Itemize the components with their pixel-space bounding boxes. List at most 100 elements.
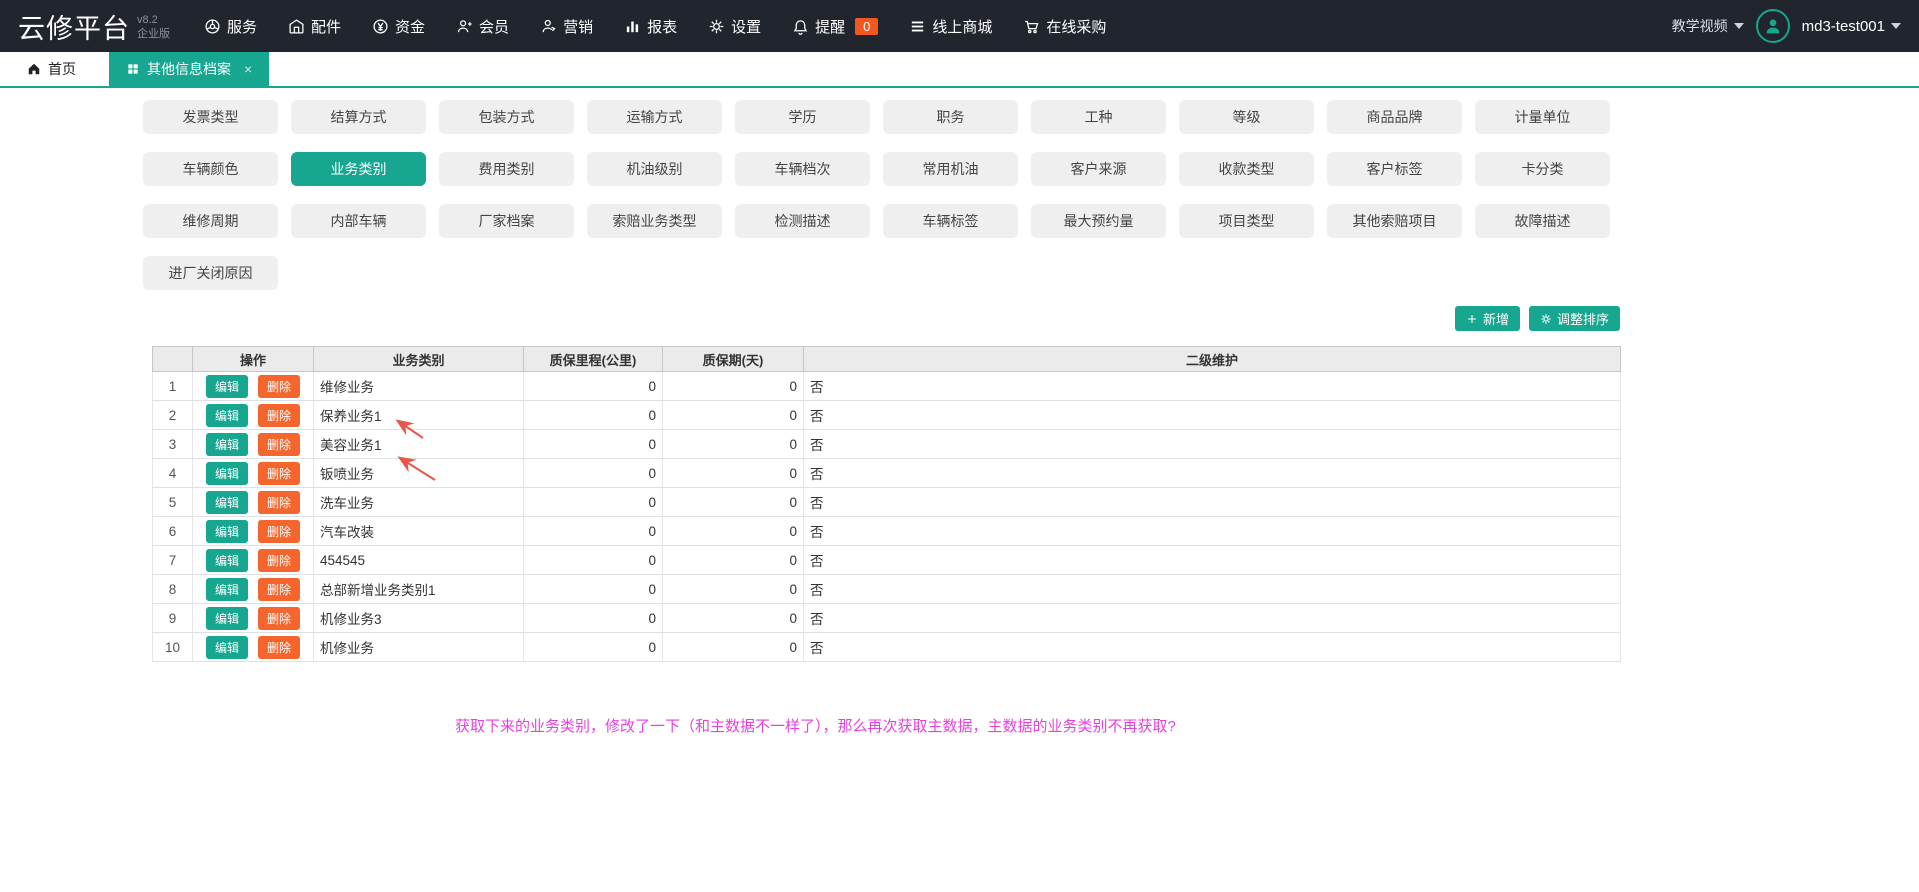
building-icon	[288, 18, 305, 35]
brand-title: 云修平台	[18, 7, 130, 46]
category-education[interactable]: 学历	[735, 100, 870, 134]
row-operations: 编辑删除	[193, 372, 314, 401]
cell-secondary-maintenance: 否	[804, 459, 1621, 488]
cell-secondary-maintenance: 否	[804, 517, 1621, 546]
edit-button[interactable]: 编辑	[206, 636, 248, 659]
nav-item-members[interactable]: 会员	[456, 16, 509, 37]
cart-icon	[1023, 18, 1040, 35]
adjust-sort-button[interactable]: 调整排序	[1529, 306, 1620, 331]
delete-button[interactable]: 删除	[258, 578, 300, 601]
category-packaging-method[interactable]: 包装方式	[439, 100, 574, 134]
edit-button[interactable]: 编辑	[206, 578, 248, 601]
category-job-type[interactable]: 工种	[1031, 100, 1166, 134]
close-icon[interactable]: ×	[244, 62, 252, 76]
cell-secondary-maintenance: 否	[804, 488, 1621, 517]
category-product-brand[interactable]: 商品品牌	[1327, 100, 1462, 134]
cell-warranty-mileage: 0	[524, 401, 663, 430]
category-business-type-active[interactable]: 业务类别	[291, 152, 426, 186]
delete-button[interactable]: 删除	[258, 433, 300, 456]
category-claim-business-type[interactable]: 索赔业务类型	[587, 204, 722, 238]
nav-item-services[interactable]: 服务	[204, 16, 257, 37]
row-index: 8	[153, 575, 193, 604]
category-fault-desc[interactable]: 故障描述	[1475, 204, 1610, 238]
home-icon	[27, 62, 41, 76]
edit-button[interactable]: 编辑	[206, 433, 248, 456]
category-inspection-desc[interactable]: 检测描述	[735, 204, 870, 238]
category-measure-unit[interactable]: 计量单位	[1475, 100, 1610, 134]
nav-item-marketing[interactable]: 营销	[540, 16, 593, 37]
edit-button[interactable]: 编辑	[206, 491, 248, 514]
cell-warranty-days: 0	[663, 401, 804, 430]
edit-button[interactable]: 编辑	[206, 549, 248, 572]
steering-wheel-icon	[204, 18, 221, 35]
header-business-type: 业务类别	[314, 347, 524, 372]
username: md3-test001	[1802, 18, 1885, 35]
table-row: 4 编辑删除 钣喷业务 0 0 否	[153, 459, 1621, 488]
delete-button[interactable]: 删除	[258, 404, 300, 427]
category-project-type[interactable]: 项目类型	[1179, 204, 1314, 238]
category-expense-type[interactable]: 费用类别	[439, 152, 574, 186]
menu-icon	[909, 18, 926, 35]
tab-other-info-archive[interactable]: 其他信息档案 ×	[109, 52, 269, 86]
user-menu-dropdown[interactable]: md3-test001	[1802, 18, 1901, 35]
category-customer-tag[interactable]: 客户标签	[1327, 152, 1462, 186]
edit-button[interactable]: 编辑	[206, 375, 248, 398]
delete-button[interactable]: 删除	[258, 462, 300, 485]
nav-item-reports[interactable]: 报表	[624, 16, 677, 37]
category-entry-close-reason[interactable]: 进厂关闭原因	[143, 256, 278, 290]
category-max-appointments[interactable]: 最大预约量	[1031, 204, 1166, 238]
tutorial-video-dropdown[interactable]: 教学视频	[1672, 16, 1744, 36]
edit-button[interactable]: 编辑	[206, 520, 248, 543]
delete-button[interactable]: 删除	[258, 375, 300, 398]
nav-item-reminders[interactable]: 提醒 0	[792, 16, 878, 37]
nav-item-parts[interactable]: 配件	[288, 16, 341, 37]
category-customer-source[interactable]: 客户来源	[1031, 152, 1166, 186]
tab-home[interactable]: 首页	[10, 52, 93, 86]
category-internal-vehicle[interactable]: 内部车辆	[291, 204, 426, 238]
chevron-down-icon	[1891, 23, 1901, 29]
category-vehicle-color[interactable]: 车辆颜色	[143, 152, 278, 186]
row-index: 3	[153, 430, 193, 459]
edit-button[interactable]: 编辑	[206, 607, 248, 630]
category-vehicle-class[interactable]: 车辆档次	[735, 152, 870, 186]
annotation-note: 获取下来的业务类别，修改了一下（和主数据不一样了），那么再次获取主数据，主数据的…	[455, 715, 1176, 736]
delete-button[interactable]: 删除	[258, 491, 300, 514]
category-card-class[interactable]: 卡分类	[1475, 152, 1610, 186]
delete-button[interactable]: 删除	[258, 520, 300, 543]
category-payment-type[interactable]: 收款类型	[1179, 152, 1314, 186]
delete-button[interactable]: 删除	[258, 549, 300, 572]
nav-item-funds[interactable]: 资金	[372, 16, 425, 37]
nav-item-online-mall[interactable]: 线上商城	[909, 16, 992, 37]
category-manufacturer-archive[interactable]: 厂家档案	[439, 204, 574, 238]
nav-item-settings[interactable]: 设置	[708, 16, 761, 37]
edit-button[interactable]: 编辑	[206, 462, 248, 485]
category-invoice-type[interactable]: 发票类型	[143, 100, 278, 134]
nav-item-online-purchase[interactable]: 在线采购	[1023, 16, 1106, 37]
category-transport-method[interactable]: 运输方式	[587, 100, 722, 134]
category-oil-grade[interactable]: 机油级别	[587, 152, 722, 186]
delete-button[interactable]: 删除	[258, 607, 300, 630]
category-maintenance-cycle[interactable]: 维修周期	[143, 204, 278, 238]
row-index: 7	[153, 546, 193, 575]
cell-secondary-maintenance: 否	[804, 546, 1621, 575]
category-vehicle-tag[interactable]: 车辆标签	[883, 204, 1018, 238]
category-settlement-method[interactable]: 结算方式	[291, 100, 426, 134]
avatar[interactable]	[1756, 9, 1790, 43]
cell-warranty-days: 0	[663, 517, 804, 546]
row-index: 2	[153, 401, 193, 430]
edit-button[interactable]: 编辑	[206, 404, 248, 427]
row-operations: 编辑删除	[193, 575, 314, 604]
category-position[interactable]: 职务	[883, 100, 1018, 134]
header-secondary-maintenance: 二级维护	[804, 347, 1621, 372]
cell-secondary-maintenance: 否	[804, 372, 1621, 401]
yen-circle-icon	[372, 18, 389, 35]
category-grade[interactable]: 等级	[1179, 100, 1314, 134]
add-button[interactable]: 新增	[1455, 306, 1520, 331]
plus-icon	[1466, 313, 1478, 325]
category-common-oil[interactable]: 常用机油	[883, 152, 1018, 186]
row-operations: 编辑删除	[193, 517, 314, 546]
cell-warranty-mileage: 0	[524, 430, 663, 459]
category-other-claim-items[interactable]: 其他索赔项目	[1327, 204, 1462, 238]
cell-secondary-maintenance: 否	[804, 430, 1621, 459]
delete-button[interactable]: 删除	[258, 636, 300, 659]
